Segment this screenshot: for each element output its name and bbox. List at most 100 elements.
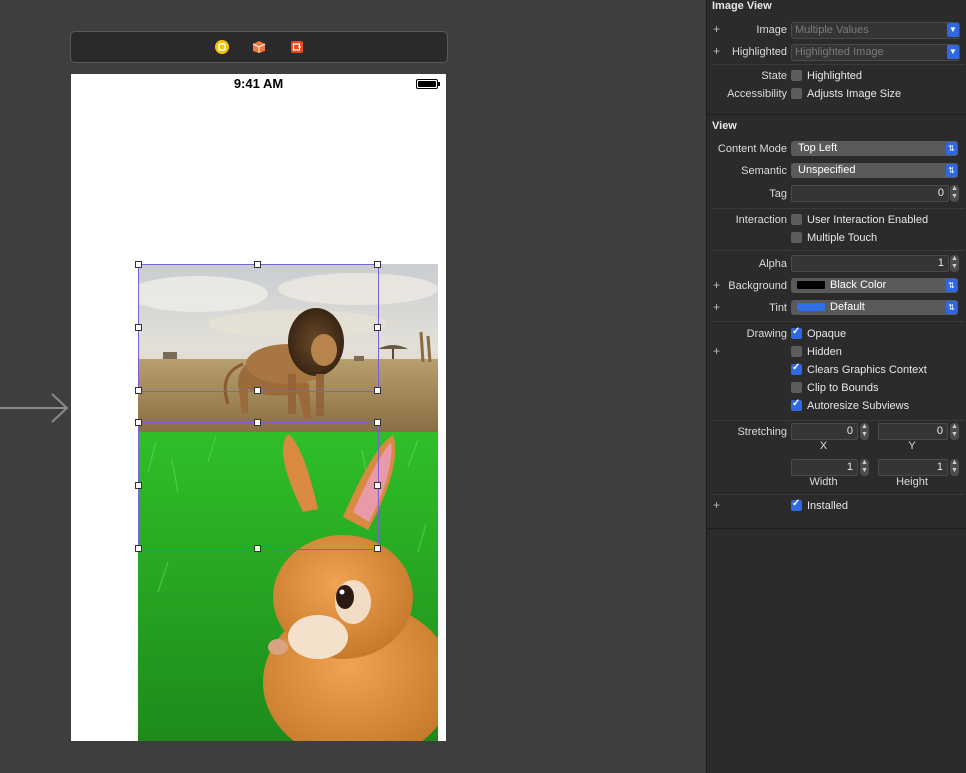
rabbit-image-view[interactable]: [138, 432, 438, 741]
divider: [713, 420, 965, 421]
clip-to-bounds-label: Clip to Bounds: [807, 382, 879, 394]
background-color-swatch: [797, 281, 825, 289]
alpha-field[interactable]: 1: [791, 255, 949, 272]
tint-color-swatch: [797, 303, 825, 311]
resize-handle[interactable]: [254, 387, 261, 394]
adjusts-image-size-checkbox[interactable]: [791, 88, 802, 99]
drawing-label: Drawing: [746, 328, 787, 340]
image-combo-box[interactable]: Multiple Values ▼: [791, 22, 960, 39]
resize-handle[interactable]: [374, 387, 381, 394]
accessibility-label: Accessibility: [727, 88, 787, 100]
clip-to-bounds-checkbox[interactable]: [791, 382, 802, 393]
lion-image-view[interactable]: [138, 264, 438, 432]
highlighted-checkbox[interactable]: [791, 70, 802, 81]
battery-icon: [416, 79, 440, 89]
stretch-width-stepper[interactable]: ▲ ▼: [860, 459, 869, 476]
add-variation-icon[interactable]: +: [713, 22, 720, 36]
tint-color-popup[interactable]: Default ⇅: [791, 300, 958, 315]
stretch-x-field[interactable]: 0: [791, 423, 858, 440]
resize-handle[interactable]: [135, 419, 142, 426]
content-mode-value: Top Left: [798, 142, 838, 154]
stretch-x-stepper[interactable]: ▲ ▼: [860, 423, 869, 440]
first-responder-icon[interactable]: [252, 40, 266, 54]
tag-stepper[interactable]: ▲ ▼: [950, 185, 959, 202]
resize-handle[interactable]: [135, 324, 142, 331]
width-label: Width: [809, 476, 838, 488]
add-variation-icon[interactable]: +: [713, 44, 720, 58]
add-variation-icon[interactable]: +: [713, 278, 720, 292]
user-interaction-checkbox[interactable]: [791, 214, 802, 225]
state-label: State: [761, 70, 787, 82]
resize-handle[interactable]: [135, 261, 142, 268]
stretch-y-stepper[interactable]: ▲ ▼: [950, 423, 959, 440]
content-mode-popup[interactable]: Top Left ⇅: [791, 141, 958, 156]
adjusts-image-size-label: Adjusts Image Size: [807, 88, 902, 100]
scene-dock: [70, 31, 448, 63]
exit-icon[interactable]: [290, 40, 304, 54]
stretch-height-value: 1: [936, 461, 943, 473]
resize-handle[interactable]: [374, 324, 381, 331]
chevron-down-icon[interactable]: ▼: [947, 23, 959, 37]
resize-handle[interactable]: [374, 482, 381, 489]
stretch-y-field[interactable]: 0: [878, 423, 948, 440]
add-variation-icon[interactable]: +: [713, 344, 720, 358]
semantic-popup[interactable]: Unspecified ⇅: [791, 163, 958, 178]
x-label: X: [819, 440, 828, 452]
stretch-height-stepper[interactable]: ▲ ▼: [950, 459, 959, 476]
resize-handle[interactable]: [135, 482, 142, 489]
multiple-touch-checkbox[interactable]: [791, 232, 802, 243]
user-interaction-label: User Interaction Enabled: [807, 214, 929, 226]
resize-handle[interactable]: [254, 419, 261, 426]
resize-handle[interactable]: [254, 545, 261, 552]
add-variation-icon[interactable]: +: [713, 300, 720, 314]
tag-field[interactable]: 0: [791, 185, 949, 202]
up-down-chevron-icon[interactable]: ⇅: [946, 301, 957, 314]
hidden-checkbox[interactable]: [791, 346, 802, 357]
opaque-checkbox[interactable]: [791, 326, 802, 339]
highlighted-value: Highlighted Image: [795, 46, 884, 58]
divider: [713, 64, 965, 65]
clears-graphics-context-label: Clears Graphics Context: [807, 364, 927, 376]
storyboard-canvas[interactable]: 9:41 AM: [0, 0, 706, 773]
resize-handle[interactable]: [135, 545, 142, 552]
background-label: Background: [728, 280, 787, 292]
view-controller-icon[interactable]: [215, 40, 229, 54]
stretch-width-field[interactable]: 1: [791, 459, 858, 476]
image-value: Multiple Values: [795, 24, 869, 36]
alpha-stepper[interactable]: ▲ ▼: [950, 255, 959, 272]
autoresize-subviews-checkbox[interactable]: [791, 398, 802, 411]
resize-handle[interactable]: [135, 387, 142, 394]
opaque-label: Opaque: [807, 328, 847, 340]
alpha-label: Alpha: [758, 258, 787, 270]
stretch-height-field[interactable]: 1: [878, 459, 948, 476]
hidden-label: Hidden: [807, 346, 842, 358]
interaction-label: Interaction: [735, 214, 787, 226]
iphone-view[interactable]: 9:41 AM: [71, 74, 446, 741]
clears-graphics-context-checkbox[interactable]: [791, 362, 802, 375]
highlighted-combo-box[interactable]: Highlighted Image ▼: [791, 44, 960, 61]
semantic-value: Unspecified: [798, 164, 856, 176]
add-variation-icon[interactable]: +: [713, 498, 720, 512]
chevron-down-icon[interactable]: ▼: [947, 45, 959, 59]
resize-handle[interactable]: [374, 419, 381, 426]
stretching-label: Stretching: [737, 426, 787, 438]
multiple-touch-label: Multiple Touch: [807, 232, 878, 244]
entry-point-arrow[interactable]: [0, 392, 70, 424]
resize-handle[interactable]: [374, 261, 381, 268]
background-color-popup[interactable]: Black Color ⇅: [791, 278, 958, 293]
up-down-chevron-icon[interactable]: ⇅: [946, 142, 957, 155]
resize-handle[interactable]: [254, 261, 261, 268]
resize-handle[interactable]: [374, 545, 381, 552]
highlighted-label: Highlighted: [731, 46, 787, 58]
stretch-y-value: 0: [936, 425, 943, 437]
installed-checkbox[interactable]: [791, 498, 802, 511]
divider: [713, 321, 965, 322]
divider: [713, 494, 965, 495]
installed-label: Installed: [807, 500, 848, 512]
up-down-chevron-icon[interactable]: ⇅: [946, 164, 957, 177]
image-view-section-title: Image View: [712, 0, 772, 12]
view-section-title: View: [712, 120, 737, 132]
height-label: Height: [896, 476, 928, 488]
y-label: Y: [908, 440, 916, 452]
up-down-chevron-icon[interactable]: ⇅: [946, 279, 957, 292]
